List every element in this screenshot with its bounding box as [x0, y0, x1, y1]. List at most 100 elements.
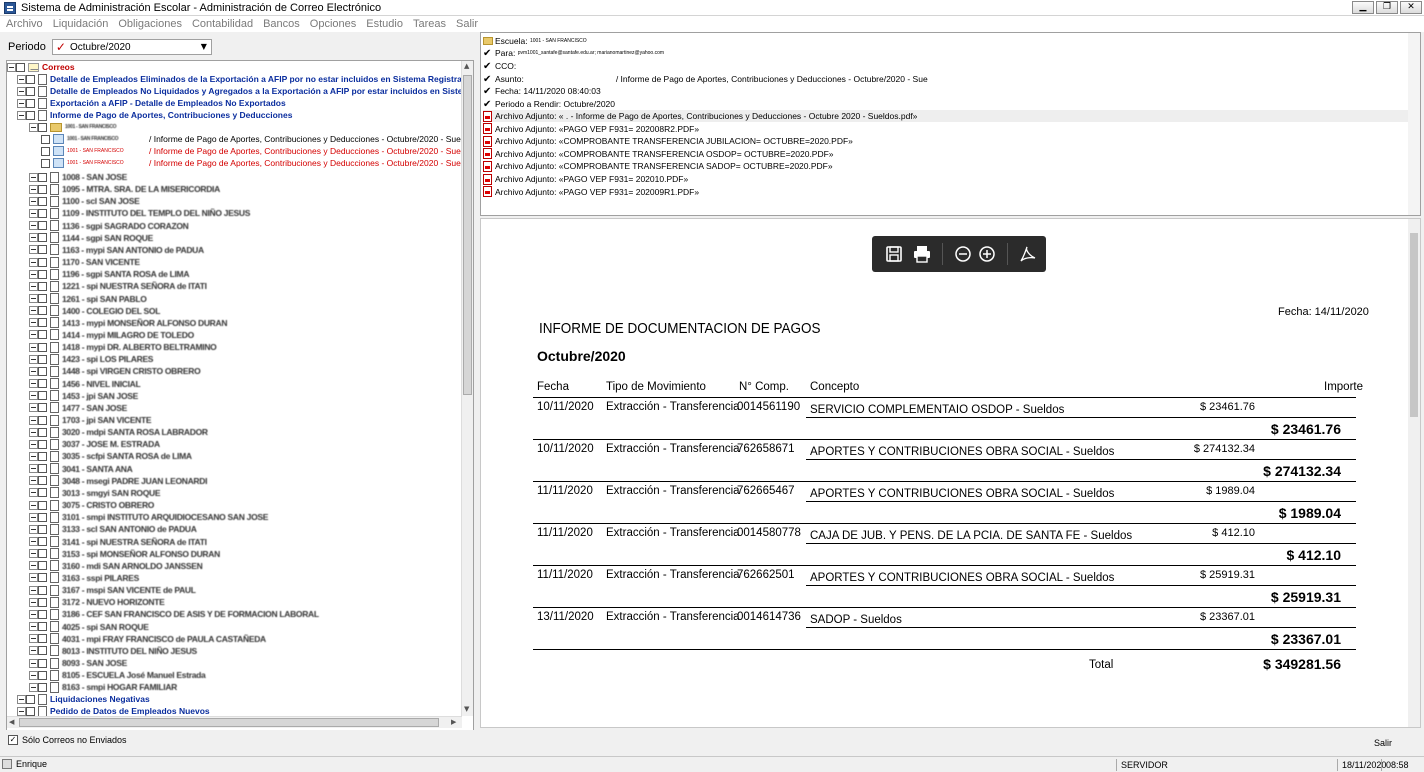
expand-toggle[interactable]: [29, 609, 38, 619]
tree-node[interactable]: 3035 - scfpi SANTA ROSA de LIMA: [29, 450, 192, 462]
tree-node[interactable]: 8163 - smpi HOGAR FAMILIAR: [29, 681, 177, 693]
tree-node[interactable]: 1453 - jpi SAN JOSE: [29, 390, 138, 402]
tree-checkbox[interactable]: [38, 208, 47, 218]
tree-checkbox[interactable]: [38, 366, 47, 376]
minimize-button[interactable]: ▁: [1352, 1, 1374, 14]
tree-node[interactable]: 1095 - MTRA. SRA. DE LA MISERICORDIA: [29, 183, 220, 195]
tree-node[interactable]: 3048 - msegi PADRE JUAN LEONARDI: [29, 475, 207, 487]
attachment-row[interactable]: Archivo Adjunto: « . - Informe de Pago d…: [483, 110, 1408, 122]
expand-toggle[interactable]: [29, 306, 38, 316]
attachment-row[interactable]: Archivo Adjunto: «PAGO VEP F931= 202009R…: [483, 186, 699, 198]
expand-toggle[interactable]: [29, 257, 38, 267]
tree-checkbox[interactable]: [38, 269, 47, 279]
viewer-scroll-thumb[interactable]: [1410, 233, 1418, 417]
tree-node[interactable]: Detalle de Empleados Eliminados de la Ex…: [17, 73, 462, 85]
expand-toggle[interactable]: [29, 354, 38, 364]
tree-node[interactable]: 3153 - spi MONSEÑOR ALFONSO DURAN: [29, 548, 220, 560]
tree-node[interactable]: 3172 - NUEVO HORIZONTE: [29, 596, 165, 608]
attachment-row[interactable]: Archivo Adjunto: «COMPROBANTE TRANSFEREN…: [483, 135, 853, 147]
attachment-row[interactable]: Archivo Adjunto: «PAGO VEP F931= 202008R…: [483, 123, 699, 135]
menu-item[interactable]: Liquidación: [53, 18, 109, 30]
expand-toggle[interactable]: [29, 415, 38, 425]
expand-toggle[interactable]: [29, 208, 38, 218]
restore-button[interactable]: ❐: [1376, 1, 1398, 14]
tree-checkbox[interactable]: [38, 524, 47, 534]
tree-checkbox[interactable]: [38, 488, 47, 498]
expand-toggle[interactable]: [29, 573, 38, 583]
tree-checkbox[interactable]: [26, 694, 35, 704]
tree-checkbox[interactable]: [38, 682, 47, 692]
tree-node[interactable]: 3075 - CRISTO OBRERO: [29, 499, 154, 511]
expand-toggle[interactable]: [29, 379, 38, 389]
expand-toggle[interactable]: [29, 549, 38, 559]
tree-node[interactable]: 3013 - smgyi SAN ROQUE: [29, 487, 161, 499]
tree-node[interactable]: 1448 - spi VIRGEN CRISTO OBRERO: [29, 365, 201, 377]
expand-toggle[interactable]: [29, 245, 38, 255]
tree-node[interactable]: 1413 - mypi MONSEÑOR ALFONSO DURAN: [29, 317, 227, 329]
tree-node[interactable]: Informe de Pago de Aportes, Contribucion…: [17, 109, 292, 121]
expand-toggle[interactable]: [29, 585, 38, 595]
expand-toggle[interactable]: [29, 233, 38, 243]
expand-toggle[interactable]: [29, 682, 38, 692]
expand-toggle[interactable]: [29, 464, 38, 474]
expand-toggle[interactable]: [29, 500, 38, 510]
tree-node[interactable]: 1136 - sgpi SAGRADO CORAZON: [29, 220, 189, 232]
tree-checkbox[interactable]: [41, 158, 50, 168]
tree-node[interactable]: 8093 - SAN JOSE: [29, 657, 127, 669]
expand-toggle[interactable]: [29, 476, 38, 486]
expand-toggle[interactable]: [29, 537, 38, 546]
expand-toggle[interactable]: [29, 622, 38, 632]
tree-checkbox[interactable]: [38, 646, 47, 656]
tree-node[interactable]: 1001 - SAN FRANCISCO / Informe de Pago de…: [41, 133, 461, 145]
mail-header-scrollbar[interactable]: [1408, 33, 1420, 215]
expand-toggle[interactable]: [17, 98, 26, 108]
tree-checkbox[interactable]: [16, 62, 25, 72]
only-unsent-option[interactable]: ✓ Sólo Correos no Enviados: [8, 735, 127, 745]
tree-checkbox[interactable]: [38, 464, 47, 474]
tree-node[interactable]: 1163 - mypi SAN ANTONIO de PADUA: [29, 244, 204, 256]
tree-checkbox[interactable]: [38, 196, 47, 206]
tree-node[interactable]: 3160 - mdi SAN ARNOLDO JANSSEN: [29, 560, 203, 572]
tree-checkbox[interactable]: [38, 391, 47, 401]
tree-node[interactable]: 3037 - JOSE M. ESTRADA: [29, 438, 160, 450]
tree-checkbox[interactable]: [38, 281, 47, 291]
close-button[interactable]: ✕: [1400, 1, 1422, 14]
tree-node[interactable]: 1261 - spi SAN PABLO: [29, 293, 147, 305]
tree-hscroll-thumb[interactable]: [19, 718, 439, 727]
tree-horizontal-scrollbar[interactable]: ◀ ▶: [7, 716, 462, 728]
tree-node[interactable]: 1400 - COLEGIO DEL SOL: [29, 305, 160, 317]
tree-node[interactable]: Pedido de Datos de Empleados Nuevos: [17, 705, 210, 716]
tree-checkbox[interactable]: [38, 585, 47, 595]
tree-node[interactable]: 8013 - INSTITUTO DEL NIÑO JESUS: [29, 645, 197, 657]
expand-toggle[interactable]: [17, 74, 26, 84]
tree-checkbox[interactable]: [26, 98, 35, 108]
tree-checkbox[interactable]: [38, 549, 47, 559]
tree-checkbox[interactable]: [38, 184, 47, 194]
tree-checkbox[interactable]: [38, 318, 47, 328]
scroll-left-icon[interactable]: ◀: [9, 718, 14, 726]
expand-toggle[interactable]: [29, 646, 38, 656]
expand-toggle[interactable]: [29, 427, 38, 437]
expand-toggle[interactable]: [29, 318, 38, 328]
tree-checkbox[interactable]: [38, 670, 47, 680]
salir-button[interactable]: Salir: [1374, 738, 1392, 748]
tree-node[interactable]: Exportación a AFIP - Detalle de Empleado…: [17, 97, 286, 109]
tree-checkbox[interactable]: [26, 110, 35, 120]
tree-checkbox[interactable]: [38, 427, 47, 437]
tree-checkbox[interactable]: [38, 561, 47, 571]
zoom-in-icon[interactable]: [977, 244, 997, 264]
tree-node[interactable]: 4025 - spi SAN ROQUE: [29, 621, 149, 633]
expand-toggle[interactable]: [29, 184, 38, 194]
zoom-out-icon[interactable]: [953, 244, 973, 264]
expand-toggle[interactable]: [29, 658, 38, 668]
expand-toggle[interactable]: [29, 342, 38, 352]
tree-node[interactable]: 1001 - SAN FRANCISCO / Informe de Pago de…: [41, 157, 461, 169]
tree-checkbox[interactable]: [26, 706, 35, 716]
expand-toggle[interactable]: [29, 196, 38, 206]
expand-toggle[interactable]: [29, 512, 38, 522]
tree-checkbox[interactable]: [26, 74, 35, 84]
tree-checkbox[interactable]: [38, 451, 47, 461]
tree-checkbox[interactable]: [38, 245, 47, 255]
expand-toggle[interactable]: [29, 439, 38, 449]
scroll-right-icon[interactable]: ▶: [451, 718, 456, 726]
